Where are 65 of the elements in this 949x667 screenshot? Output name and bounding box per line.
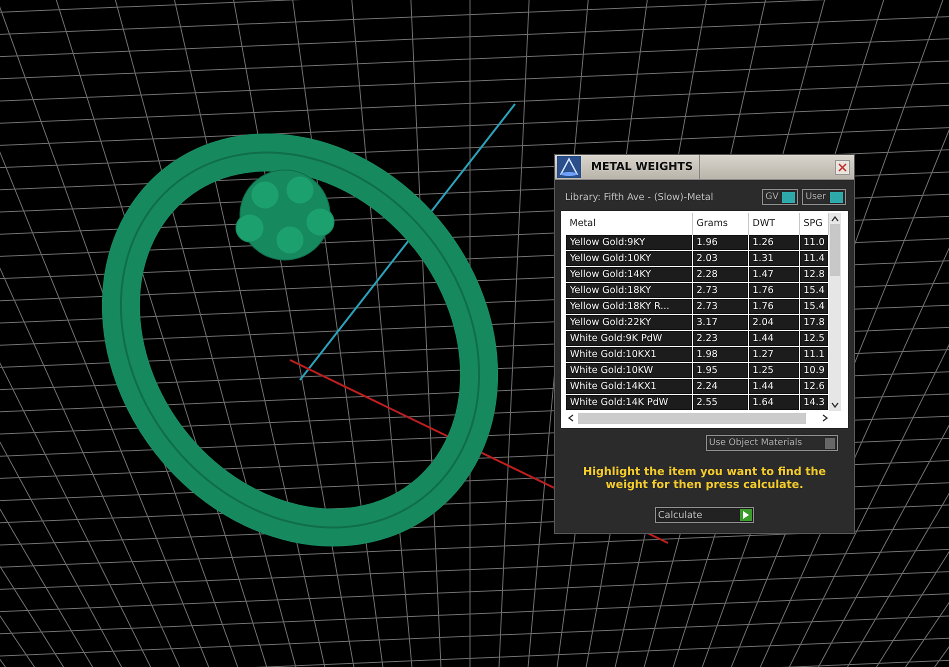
- table-cell: White Gold:14KX1: [566, 378, 692, 394]
- chevron-down-icon[interactable]: [831, 402, 839, 408]
- table-cell: 1.95: [692, 362, 748, 378]
- table-cell: Yellow Gold:14KY: [566, 266, 692, 282]
- table-cell: 2.55: [692, 394, 748, 410]
- table-cell: 2.23: [692, 330, 748, 346]
- table-cell: 1.27: [748, 346, 799, 362]
- table-cell: 1.26: [748, 234, 799, 250]
- toggle-switch[interactable]: GV: [762, 189, 798, 205]
- library-label: Library: Fifth Ave - (Slow)-Metal: [565, 192, 714, 202]
- dialog-title: METAL WEIGHTS: [590, 160, 694, 174]
- table-cell: 1.44: [748, 330, 799, 346]
- cone-icon: [557, 156, 581, 178]
- scrollbar-thumb[interactable]: [578, 412, 806, 424]
- table-cell: 11.0: [799, 234, 828, 250]
- table-cell: 2.73: [692, 282, 748, 298]
- table-cell: 12.6: [799, 378, 828, 394]
- table-cell: 15.4: [799, 298, 828, 314]
- table-cell: 15.4: [799, 282, 828, 298]
- table-cell: 1.98: [692, 346, 748, 362]
- use-object-materials-toggle[interactable]: Use Object Materials: [706, 435, 838, 451]
- play-icon: [740, 509, 752, 521]
- table-cell: Yellow Gold:22KY: [566, 314, 692, 330]
- table-cell: 12.5: [799, 330, 828, 346]
- table-cell: 1.96: [692, 234, 748, 250]
- table-cell: 2.04: [748, 314, 799, 330]
- toggle-switch[interactable]: User: [802, 189, 846, 205]
- calculate-button[interactable]: Calculate: [655, 507, 754, 523]
- table-cell: Yellow Gold:18KY: [566, 282, 692, 298]
- table-cell: 3.17: [692, 314, 748, 330]
- table-cell: 11.4: [799, 250, 828, 266]
- chevron-right-icon[interactable]: [822, 414, 828, 422]
- table-cell: 1.76: [748, 298, 799, 314]
- table-cell: 2.28: [692, 266, 748, 282]
- table-cell: 1.76: [748, 282, 799, 298]
- table-cell: Yellow Gold:10KY: [566, 250, 692, 266]
- table-cell: 17.8: [799, 314, 828, 330]
- column-header[interactable]: Grams: [692, 213, 748, 234]
- table-cell: 2.24: [692, 378, 748, 394]
- table-cell: 2.73: [692, 298, 748, 314]
- table-cell: 10.9: [799, 362, 828, 378]
- table-cell: 1.31: [748, 250, 799, 266]
- table-cell: Yellow Gold:9KY: [566, 234, 692, 250]
- table-cell: 2.03: [692, 250, 748, 266]
- table-cell: 11.1: [799, 346, 828, 362]
- table-cell: White Gold:9K PdW: [566, 330, 692, 346]
- chevron-up-icon[interactable]: [831, 216, 839, 222]
- instruction-text: Highlight the item you want to find the weight for then press calculate.: [582, 464, 827, 491]
- table-cell: White Gold:10KW: [566, 362, 692, 378]
- table-cell: Yellow Gold:18KY R...: [566, 298, 692, 314]
- close-icon: [838, 162, 847, 172]
- table-cell: 12.8: [799, 266, 828, 282]
- chevron-left-icon[interactable]: [568, 414, 574, 422]
- vertical-scrollbar[interactable]: [829, 213, 841, 411]
- table-cell: 1.44: [748, 378, 799, 394]
- table-cell: 1.25: [748, 362, 799, 378]
- scrollbar-thumb[interactable]: [830, 224, 840, 276]
- table-cell: White Gold:14K PdW: [566, 394, 692, 410]
- table-cell: 1.64: [748, 394, 799, 410]
- table-cell: 1.47: [748, 266, 799, 282]
- table-cell: 14.3: [799, 394, 828, 410]
- close-button[interactable]: [835, 160, 850, 174]
- column-header[interactable]: SPG: [799, 213, 828, 234]
- column-header[interactable]: DWT: [748, 213, 799, 234]
- table-cell: White Gold:10KX1: [566, 346, 692, 362]
